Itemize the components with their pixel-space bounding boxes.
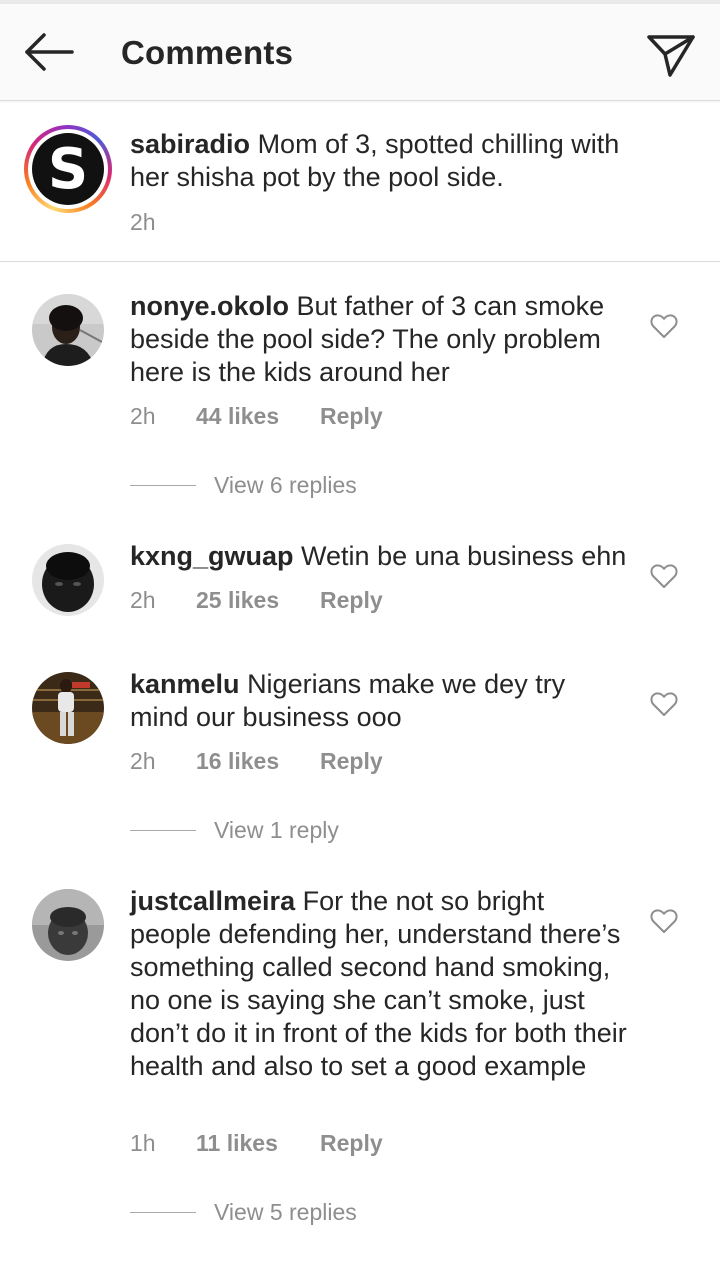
comment-text: justcallmeira For the not so bright peop… xyxy=(130,885,630,1083)
comments-header: Comments xyxy=(0,4,720,101)
comment-body: Wetin be una business ehn xyxy=(301,541,627,571)
direct-send-button[interactable] xyxy=(644,30,698,80)
sabiradio-logo: S xyxy=(32,133,104,205)
comment-meta: 2h 16 likes Reply xyxy=(130,748,383,775)
page-title: Comments xyxy=(121,34,294,71)
heart-outline-icon[interactable] xyxy=(650,313,678,339)
comment-time: 2h xyxy=(130,403,156,429)
arrow-left-icon xyxy=(25,33,74,71)
comment-meta: 2h 44 likes Reply xyxy=(130,403,383,430)
comment-meta: 2h 25 likes Reply xyxy=(130,587,383,614)
reply-button[interactable]: Reply xyxy=(320,587,383,614)
caption-meta: 2h xyxy=(130,209,156,236)
replies-divider xyxy=(130,484,196,486)
view-replies-button[interactable]: View 5 replies xyxy=(130,1197,357,1227)
direct-send-icon xyxy=(647,35,695,77)
avatar-nonye-okolo[interactable] xyxy=(32,294,104,366)
reply-button[interactable]: Reply xyxy=(320,403,383,430)
view-replies-label: View 5 replies xyxy=(214,1198,357,1225)
comment-meta: 1h 11 likes Reply xyxy=(130,1130,383,1157)
comment-likes[interactable]: 44 likes xyxy=(196,403,279,430)
comment-text: nonye.okolo But father of 3 can smoke be… xyxy=(130,290,630,389)
comment-text: kanmelu Nigerians make we dey try mind o… xyxy=(130,668,630,734)
replies-divider xyxy=(130,1211,196,1213)
avatar-kxng-gwuap[interactable] xyxy=(32,544,104,616)
comment-time: 2h xyxy=(130,587,156,613)
comment-username[interactable]: kanmelu xyxy=(130,669,240,699)
comment-username[interactable]: kxng_gwuap xyxy=(130,541,294,571)
view-replies-button[interactable]: View 6 replies xyxy=(130,470,357,500)
comment-username[interactable]: justcallmeira xyxy=(130,886,295,916)
avatar-justcallmeira[interactable] xyxy=(32,889,104,961)
heart-outline-icon[interactable] xyxy=(650,691,678,717)
reply-button[interactable]: Reply xyxy=(320,748,383,775)
comment-likes[interactable]: 25 likes xyxy=(196,587,279,614)
caption-text: sabiradio Mom of 3, spotted chilling wit… xyxy=(130,128,630,194)
post-caption: S sabiradio Mom of 3, spotted chilling w… xyxy=(0,101,720,262)
comment-text: kxng_gwuap Wetin be una business ehn xyxy=(130,540,650,573)
heart-outline-icon[interactable] xyxy=(650,908,678,934)
avatar-kanmelu[interactable] xyxy=(32,672,104,744)
heart-outline-icon[interactable] xyxy=(650,563,678,589)
view-replies-button[interactable]: View 1 reply xyxy=(130,815,339,845)
comment-likes[interactable]: 11 likes xyxy=(196,1130,278,1157)
back-button[interactable] xyxy=(18,30,78,74)
replies-divider xyxy=(130,829,196,831)
comment-likes[interactable]: 16 likes xyxy=(196,748,279,775)
reply-button[interactable]: Reply xyxy=(320,1130,383,1157)
view-replies-label: View 6 replies xyxy=(214,471,357,498)
comment-time: 1h xyxy=(130,1130,156,1156)
comment-time: 2h xyxy=(130,748,156,774)
view-replies-label: View 1 reply xyxy=(214,816,339,843)
comment-username[interactable]: nonye.okolo xyxy=(130,291,289,321)
caption-username[interactable]: sabiradio xyxy=(130,129,250,159)
avatar[interactable]: S xyxy=(24,125,112,213)
caption-time: 2h xyxy=(130,209,156,235)
